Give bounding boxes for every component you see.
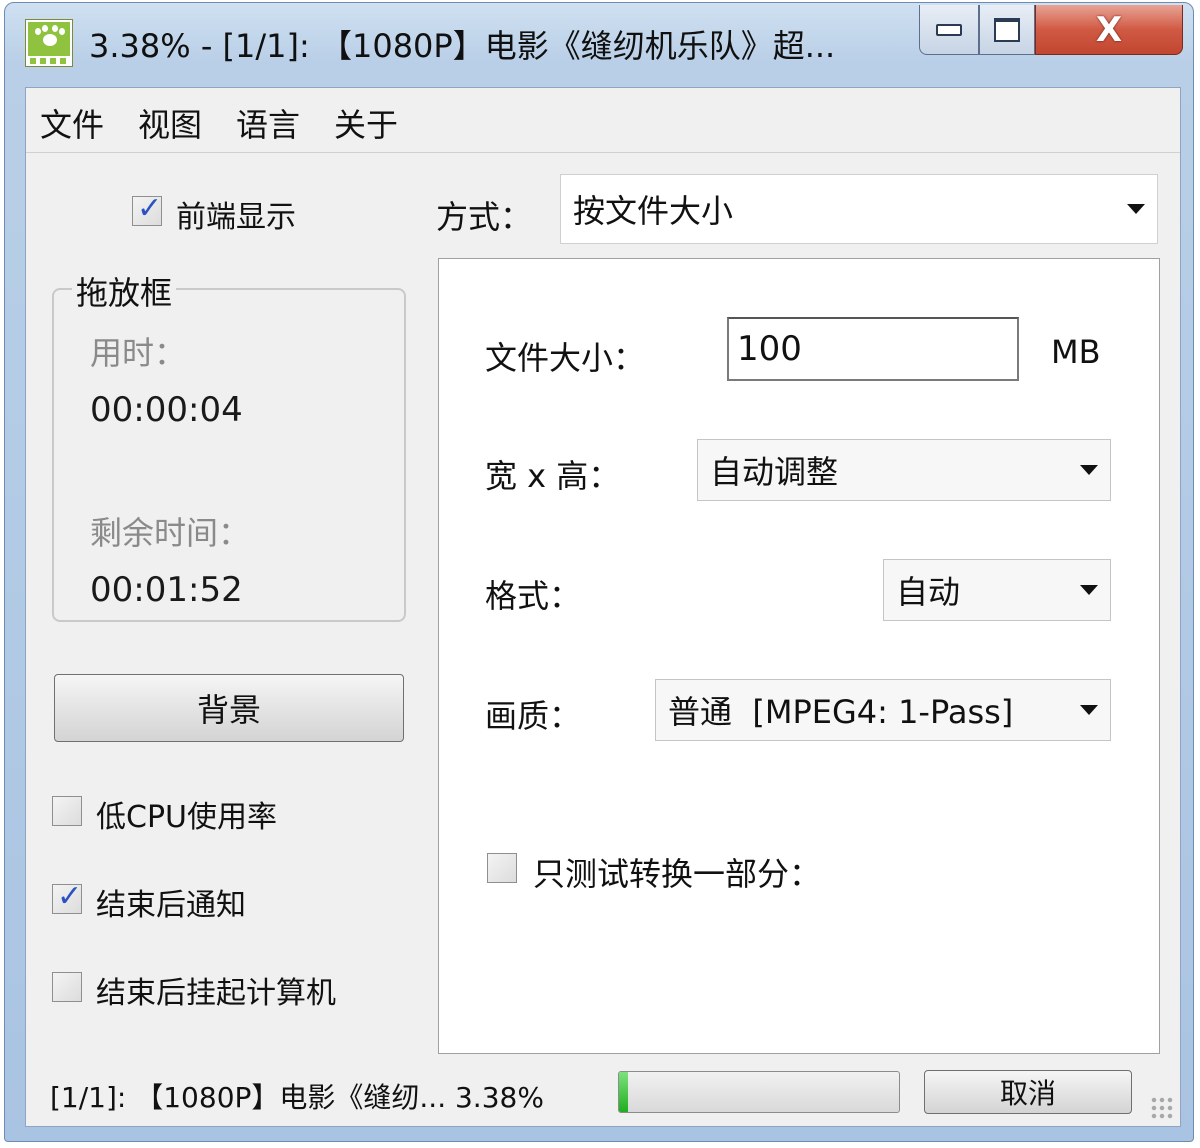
low-cpu-checkbox[interactable] (52, 796, 82, 826)
menu-language[interactable]: 语言 (236, 100, 300, 146)
minimize-button[interactable] (919, 5, 979, 55)
dropbox-title: 拖放框 (72, 268, 177, 314)
topmost-label[interactable]: 前端显示 (176, 192, 296, 236)
settings-panel: 文件大小： 100 MB 宽 x 高： 自动调整 格式： 自动 画质： 普通 [… (438, 258, 1160, 1054)
status-text: [1/1]: 【1080P】电影《缝纫... 3.38% (50, 1081, 544, 1114)
app-window: 3.38% - [1/1]: 【1080P】电影《缝纫机乐队》超... X 文件… (4, 2, 1194, 1142)
background-button[interactable]: 背景 (54, 674, 404, 742)
close-icon: X (1095, 9, 1123, 50)
resize-grip-icon[interactable] (1150, 1096, 1174, 1120)
notify-label[interactable]: 结束后通知 (96, 880, 246, 924)
format-label: 格式： (485, 577, 582, 615)
test-part-checkbox[interactable] (487, 853, 517, 883)
cancel-button[interactable]: 取消 (924, 1070, 1132, 1114)
chevron-down-icon (1127, 204, 1145, 214)
menu-file[interactable]: 文件 (40, 100, 104, 146)
format-value: 自动 (896, 573, 961, 611)
filesize-input[interactable]: 100 (727, 317, 1019, 381)
filesize-value: 100 (737, 329, 802, 369)
title-bar[interactable]: 3.38% - [1/1]: 【1080P】电影《缝纫机乐队》超... X (5, 3, 1193, 83)
check-icon: ✓ (137, 191, 163, 226)
mode-value: 按文件大小 (573, 192, 734, 230)
chevron-down-icon (1080, 585, 1098, 595)
filesize-unit: MB (1051, 333, 1101, 371)
window-title: 3.38% - [1/1]: 【1080P】电影《缝纫机乐队》超... (89, 27, 836, 65)
dropbox-group[interactable]: 拖放框 用时： 00:00:04 剩余时间： 00:01:52 (52, 268, 406, 622)
app-icon[interactable] (25, 19, 73, 67)
filesize-label: 文件大小： (485, 339, 646, 377)
notify-checkbox[interactable]: ✓ (52, 879, 82, 914)
suspend-checkbox[interactable] (52, 972, 82, 1002)
suspend-label[interactable]: 结束后挂起计算机 (96, 968, 336, 1012)
quality-value: 普通 [MPEG4: 1-Pass] (668, 693, 1014, 731)
menu-about[interactable]: 关于 (334, 100, 398, 146)
mode-select[interactable]: 按文件大小 (560, 174, 1158, 244)
maximize-icon (994, 17, 1020, 42)
format-select[interactable]: 自动 (883, 559, 1111, 621)
topmost-checkbox[interactable]: ✓ (132, 191, 162, 226)
minimize-icon (936, 23, 962, 36)
remaining-label: 剩余时间： (90, 514, 251, 552)
elapsed-value: 00:00:04 (90, 390, 243, 430)
progress-bar (618, 1071, 900, 1113)
resolution-value: 自动调整 (710, 453, 839, 491)
progress-fill (619, 1072, 629, 1112)
client-area: 文件 视图 语言 关于 ✓ 前端显示 方式： 按文件大小 拖放框 用时： 00:… (25, 87, 1181, 1127)
remaining-value: 00:01:52 (90, 570, 243, 610)
mode-label: 方式： (436, 198, 533, 236)
chevron-down-icon (1080, 705, 1098, 715)
menu-view[interactable]: 视图 (138, 100, 202, 146)
quality-select[interactable]: 普通 [MPEG4: 1-Pass] (655, 679, 1111, 741)
chevron-down-icon (1080, 465, 1098, 475)
low-cpu-label[interactable]: 低CPU使用率 (96, 792, 277, 836)
resolution-select[interactable]: 自动调整 (697, 439, 1111, 501)
elapsed-label: 用时： (90, 334, 187, 372)
maximize-button[interactable] (979, 5, 1035, 55)
resolution-label: 宽 x 高： (485, 457, 621, 495)
test-part-label[interactable]: 只测试转换一部分： (533, 849, 821, 895)
menu-bar: 文件 视图 语言 关于 (26, 88, 1180, 153)
quality-label: 画质： (485, 697, 582, 735)
check-icon: ✓ (57, 879, 83, 914)
close-button[interactable]: X (1035, 5, 1183, 55)
